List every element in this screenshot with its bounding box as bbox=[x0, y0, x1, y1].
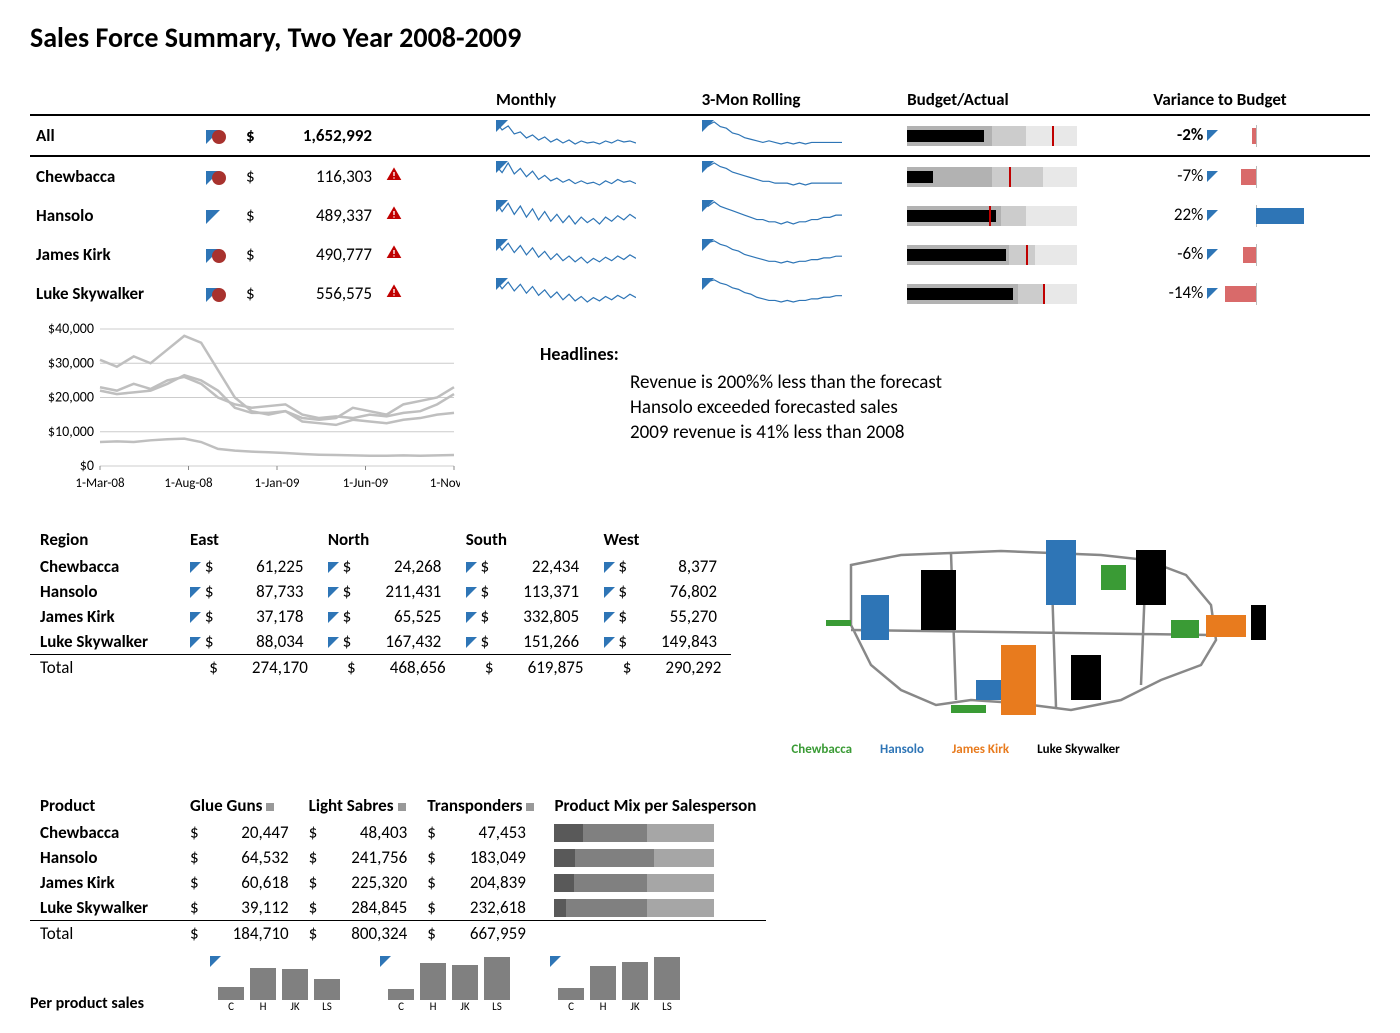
map-legend: Chewbacca Hansolo James Kirk Luke Skywalker bbox=[791, 742, 1271, 757]
product-row: James Kirk$60,618$225,320$204,839 bbox=[30, 870, 766, 895]
summary-table: Monthly 3-Mon Rolling Budget/Actual Vari… bbox=[30, 85, 1370, 313]
region-map: Chewbacca Hansolo James Kirk Luke Skywalker bbox=[791, 525, 1271, 757]
svg-text:$40,000: $40,000 bbox=[48, 321, 94, 337]
alert-icon bbox=[386, 205, 402, 226]
mix-bar bbox=[554, 849, 714, 867]
legend-item: Luke Skywalker bbox=[1037, 742, 1120, 757]
summary-row: Luke Skywalker $556,575 -14% bbox=[30, 274, 1370, 313]
svg-text:1-Jan-09: 1-Jan-09 bbox=[255, 476, 300, 491]
region-col-west: West bbox=[594, 525, 732, 554]
region-title: Region bbox=[30, 525, 180, 554]
summary-row: All $1,652,992 -2% bbox=[30, 115, 1370, 156]
product-mix-title: Product Mix per Salesperson bbox=[544, 791, 766, 820]
legend-item: James Kirk bbox=[952, 742, 1009, 757]
product-total: Total$184,710$800,324$667,959 bbox=[30, 921, 766, 947]
svg-text:$10,000: $10,000 bbox=[48, 423, 94, 440]
region-col-east: East bbox=[180, 525, 318, 554]
svg-text:$30,000: $30,000 bbox=[48, 354, 94, 371]
col-variance: Variance to Budget bbox=[1147, 85, 1370, 115]
per-product-label: Per product sales bbox=[30, 994, 180, 1013]
region-row: Luke Skywalker $88,034 $167,432 $151,266… bbox=[30, 629, 731, 655]
alert-icon bbox=[386, 283, 402, 304]
alert-icon bbox=[386, 244, 402, 265]
col-monthly: Monthly bbox=[490, 85, 696, 115]
region-row: Hansolo $87,733 $211,431 $113,371 $76,80… bbox=[30, 579, 731, 604]
region-row: Chewbacca $61,225 $24,268 $22,434 $8,377 bbox=[30, 554, 731, 579]
summary-row: James Kirk $490,777 -6% bbox=[30, 235, 1370, 274]
region-col-north: North bbox=[318, 525, 456, 554]
svg-text:$0: $0 bbox=[80, 457, 94, 474]
mix-bar bbox=[554, 824, 714, 842]
bullet-chart bbox=[907, 284, 1077, 304]
region-row: James Kirk $37,178 $65,525 $332,805 $55,… bbox=[30, 604, 731, 629]
region-col-south: South bbox=[456, 525, 594, 554]
per-product-chart: CHJKLS bbox=[550, 956, 690, 1013]
headline-3: 2009 revenue is 41% less than 2008 bbox=[630, 421, 942, 444]
svg-text:1-Aug-08: 1-Aug-08 bbox=[164, 476, 213, 491]
svg-text:1-Mar-08: 1-Mar-08 bbox=[75, 476, 125, 491]
region-table: Region East North South West Chewbacca $… bbox=[30, 525, 731, 680]
page-title: Sales Force Summary, Two Year 2008-2009 bbox=[30, 20, 1370, 55]
product-row: Chewbacca$20,447$48,403$47,453 bbox=[30, 820, 766, 845]
col-rolling: 3-Mon Rolling bbox=[696, 85, 902, 115]
bullet-chart bbox=[907, 167, 1077, 187]
alert-icon bbox=[386, 166, 402, 187]
product-col-2: Light Sabres bbox=[309, 795, 394, 816]
headline-2: Hansolo exceeded forecasted sales bbox=[630, 396, 942, 419]
mix-bar bbox=[554, 874, 714, 892]
col-budget: Budget/Actual bbox=[901, 85, 1147, 115]
per-product-chart: CHJKLS bbox=[210, 956, 350, 1013]
legend-item: Hansolo bbox=[880, 742, 924, 757]
bullet-chart bbox=[907, 206, 1077, 226]
trend-line-chart: $0 $10,000 $20,000 $30,000 $40,000 1-Mar-08 1-… bbox=[30, 321, 460, 491]
product-row: Luke Skywalker$39,112$284,845$232,618 bbox=[30, 895, 766, 921]
svg-text:1-Jun-09: 1-Jun-09 bbox=[343, 476, 389, 491]
svg-text:1-Nov-09: 1-Nov-09 bbox=[430, 476, 460, 491]
product-table: Product Glue Guns Light Sabres Transpond… bbox=[30, 791, 766, 946]
per-product-chart: CHJKLS bbox=[380, 956, 520, 1013]
product-col-1: Glue Guns bbox=[190, 795, 262, 816]
bullet-chart bbox=[907, 126, 1077, 146]
mix-bar bbox=[554, 899, 714, 917]
summary-row: Hansolo $489,337 22% bbox=[30, 196, 1370, 235]
legend-item: Chewbacca bbox=[791, 742, 852, 757]
product-col-3: Transponders bbox=[427, 795, 522, 816]
headline-1: Revenue is 200%% less than the forecast bbox=[630, 371, 942, 394]
headlines-title: Headlines: bbox=[540, 343, 942, 365]
product-row: Hansolo$64,532$241,756$183,049 bbox=[30, 845, 766, 870]
bullet-chart bbox=[907, 245, 1077, 265]
product-title: Product bbox=[30, 791, 180, 820]
region-total: Total $274,170 $468,656 $619,875 $290,29… bbox=[30, 655, 731, 681]
headlines-block: Headlines: Revenue is 200%% less than th… bbox=[540, 343, 942, 446]
svg-text:$20,000: $20,000 bbox=[48, 389, 94, 406]
summary-row: Chewbacca $116,303 -7% bbox=[30, 156, 1370, 196]
